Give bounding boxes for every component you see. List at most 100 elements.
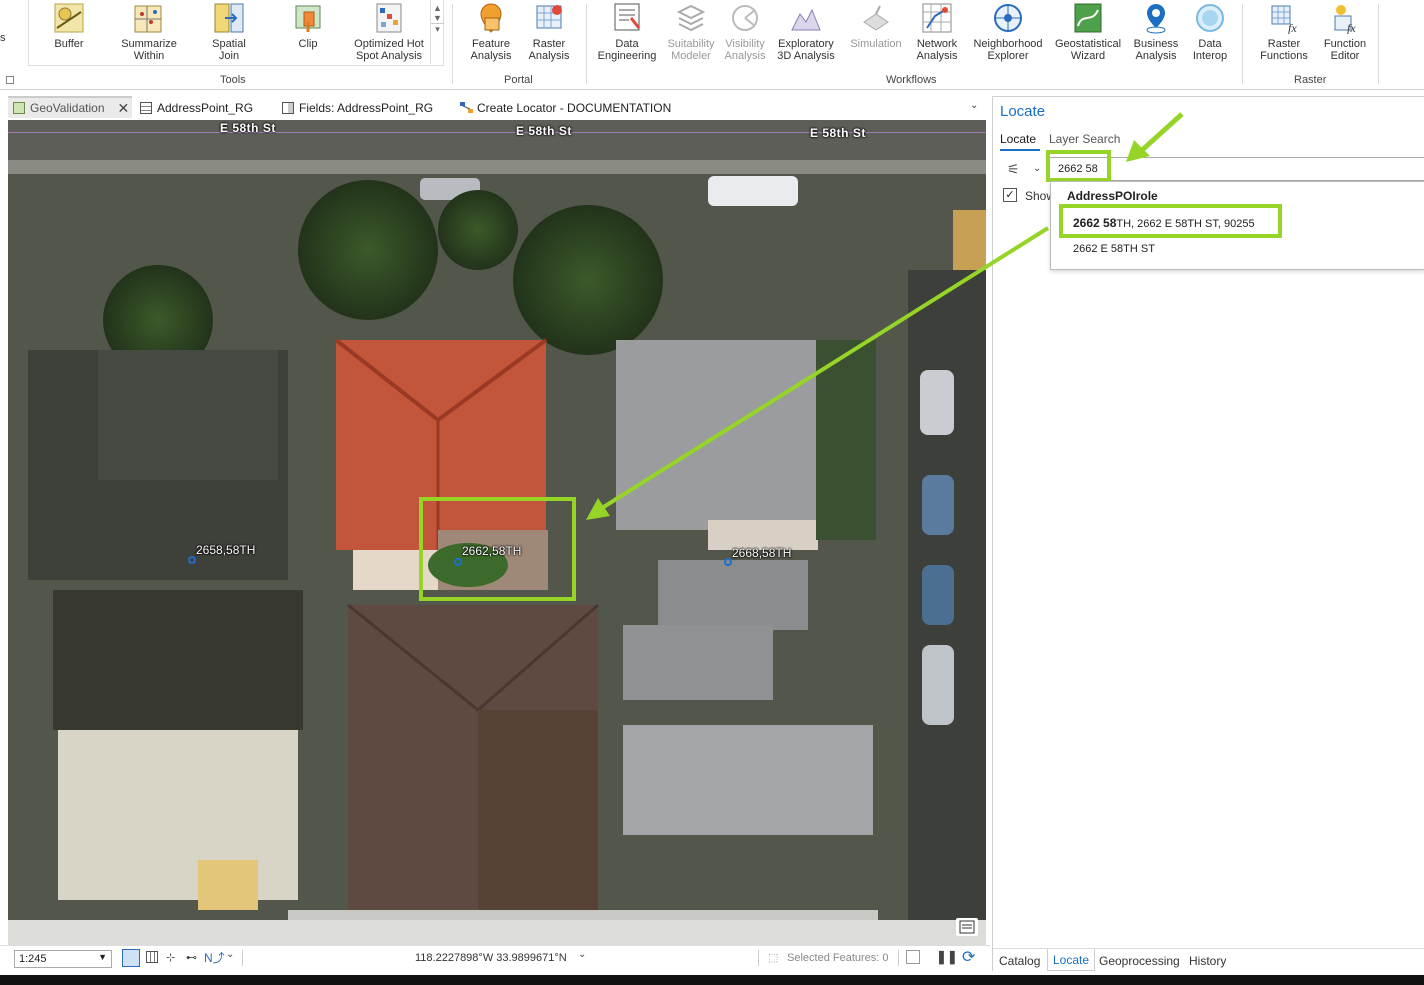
visibility-analysis-button[interactable]: Visibility Analysis (718, 2, 772, 62)
active-tab-underline (1000, 149, 1040, 151)
summarize-within-button[interactable]: Summarize Within (114, 2, 184, 62)
suitability-modeler-button[interactable]: Suitability Modeler (662, 2, 720, 62)
exploratory-3d-icon (790, 2, 822, 34)
dialog-launcher-icon[interactable] (6, 76, 14, 84)
network-icon (921, 2, 953, 34)
address-label: 2668,58TH (732, 546, 792, 560)
street-label: E 58th St (516, 124, 572, 138)
business-analysis-button[interactable]: Business Analysis (1128, 2, 1184, 62)
separator (758, 950, 759, 966)
separator (452, 4, 453, 84)
visibility-icon (729, 2, 761, 34)
address-label: 2658,58TH (196, 543, 256, 557)
highlight-box-result (419, 497, 576, 601)
address-point-marker[interactable] (724, 558, 732, 566)
hot-spot-icon (373, 2, 405, 34)
data-engineering-button[interactable]: Data Engineering (594, 2, 660, 62)
separator (242, 950, 243, 966)
neighborhood-explorer-button[interactable]: Neighborhood Explorer (968, 2, 1048, 62)
street-label: E 58th St (220, 121, 276, 135)
clip-icon (292, 2, 324, 34)
tab-geovalidation[interactable]: GeoValidation ✕ (8, 96, 132, 118)
close-tab-icon[interactable]: ✕ (118, 100, 130, 117)
tab-history[interactable]: History (1189, 954, 1226, 968)
function-editor-button[interactable]: fx Function Editor (1318, 2, 1372, 62)
function-editor-icon: fx (1329, 2, 1361, 35)
fields-icon (282, 102, 294, 114)
business-icon (1140, 2, 1172, 34)
model-icon (460, 102, 473, 114)
separator (586, 4, 587, 84)
map-view[interactable]: E 58th St E 58th St E 58th St 2658,58TH … (8, 120, 986, 945)
simulation-button[interactable]: Simulation (846, 2, 906, 50)
chevron-down-icon[interactable]: ⌄ (226, 949, 234, 960)
pane-title: Locate (1000, 103, 1046, 120)
constraints-icon[interactable]: ⊹ (166, 951, 175, 964)
gallery-scroll[interactable]: ▲ ▼ ▾ (430, 0, 444, 64)
snap-grid-icon[interactable] (122, 949, 140, 967)
suggestion-item[interactable]: 2662 E 58TH ST (1073, 243, 1155, 255)
optimized-hot-spot-button[interactable]: Optimized Hot Spot Analysis (348, 2, 430, 62)
tab-fields-addresspoint[interactable]: Fields: AddressPoint_RG (282, 98, 433, 118)
workflows-group-label: Workflows (886, 74, 937, 86)
simulation-icon (860, 2, 892, 34)
tabs-overflow-chevron-icon[interactable]: ⌄ (970, 100, 978, 111)
coordinate-readout: 118.2227898°W 33.9899671°N (415, 952, 567, 964)
feature-analysis-button[interactable]: Feature Analysis (464, 2, 518, 62)
tab-geoprocessing[interactable]: Geoprocessing (1099, 954, 1180, 968)
street-label: E 58th St (810, 126, 866, 140)
table-icon (140, 102, 152, 114)
scale-dropdown[interactable]: 1:245 ▼ (14, 950, 112, 968)
spatial-join-button[interactable]: Spatial Join (206, 2, 252, 62)
clip-button[interactable]: Clip (288, 2, 328, 50)
raster-analysis-icon (533, 2, 565, 34)
buffer-button[interactable]: Buffer (48, 2, 90, 50)
clear-selection-icon[interactable] (906, 950, 920, 964)
tab-addresspoint-rg[interactable]: AddressPoint_RG (140, 98, 253, 118)
raster-functions-icon: fx (1268, 2, 1300, 35)
locate-pane: Locate Locate Layer Search ⚟ ⌄ 2662 58 ✓… (992, 96, 1424, 971)
north-arrow-icon[interactable]: N⤴ (204, 949, 225, 966)
network-analysis-button[interactable]: Network Analysis (910, 2, 964, 62)
address-point-marker[interactable] (188, 556, 196, 564)
geostatistical-wizard-button[interactable]: Geostatistical Wizard (1050, 2, 1126, 62)
options-chevron-down-icon[interactable]: ⌄ (1033, 163, 1041, 174)
map-notes-icon[interactable] (956, 918, 978, 936)
exploratory-3d-button[interactable]: Exploratory 3D Analysis (772, 2, 840, 62)
tab-locate-pane[interactable]: Locate (1047, 949, 1096, 971)
tab-layer-search[interactable]: Layer Search (1049, 132, 1120, 146)
raster-group-label: Raster (1294, 74, 1327, 86)
neighborhood-icon (992, 2, 1024, 34)
selected-features-count: Selected Features: 0 (787, 952, 889, 964)
data-engineering-icon (611, 2, 643, 34)
view-tabs: GeoValidation ✕ AddressPoint_RG Fields: … (0, 94, 990, 118)
separator (1378, 4, 1379, 84)
locate-options-icon[interactable]: ⚟ (1007, 161, 1020, 178)
highlight-box-suggestion (1059, 204, 1282, 238)
svg-text:fx: fx (1347, 21, 1356, 34)
pause-drawing-icon[interactable]: ❚❚ (936, 949, 958, 965)
data-interop-button[interactable]: Data Interop (1186, 2, 1234, 62)
map-status-bar: 1:245 ▼ ⊹ ⊷ N⤴ ⌄ 118.2227898°W 33.989967… (0, 945, 990, 971)
show-checkbox[interactable]: ✓ (1003, 188, 1017, 202)
highlight-box-search (1046, 150, 1111, 182)
suitability-icon (675, 2, 707, 34)
feature-analysis-icon (475, 2, 507, 34)
tab-locate[interactable]: Locate (1000, 132, 1036, 146)
separator (898, 950, 899, 966)
spatial-join-icon (213, 2, 245, 34)
raster-functions-button[interactable]: fx Raster Functions (1252, 2, 1316, 62)
refresh-icon[interactable]: ⟳ (962, 947, 975, 967)
raster-analysis-button[interactable]: Raster Analysis (522, 2, 576, 62)
chevron-down-icon: ▼ (98, 952, 107, 962)
buffer-icon (53, 2, 85, 34)
portal-group-label: Portal (504, 74, 533, 86)
grid-icon[interactable] (146, 951, 158, 963)
suggestion-group-header: AddressPOIrole (1067, 189, 1158, 203)
tab-catalog[interactable]: Catalog (999, 954, 1040, 968)
tab-create-locator[interactable]: Create Locator - DOCUMENTATION (460, 98, 671, 118)
correction-icon[interactable]: ⊷ (186, 951, 197, 964)
geostat-icon (1072, 2, 1104, 34)
map-icon (13, 102, 25, 114)
coordinate-format-chevron-icon[interactable]: ⌄ (578, 949, 586, 960)
